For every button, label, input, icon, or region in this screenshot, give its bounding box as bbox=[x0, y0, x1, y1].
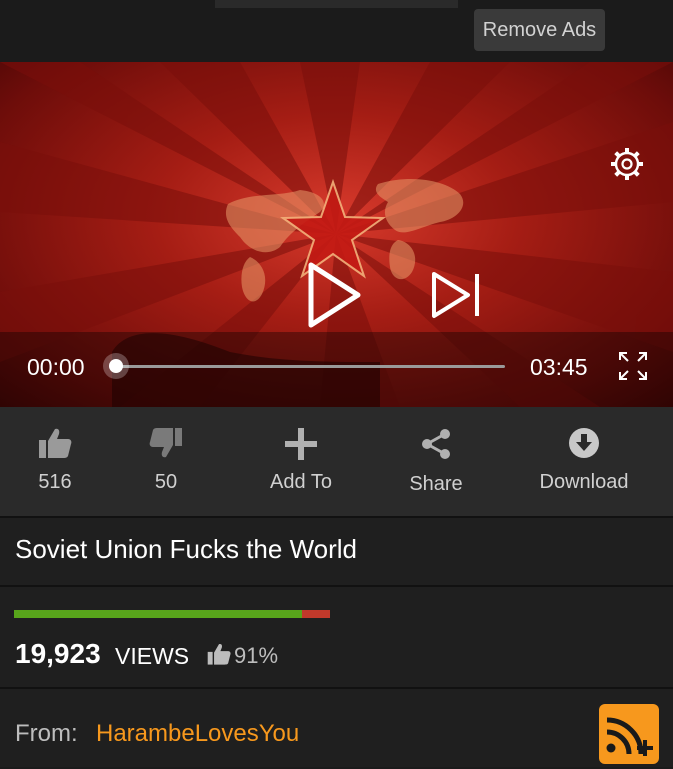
thumbs-up-icon bbox=[38, 427, 72, 464]
share-label: Share bbox=[409, 473, 463, 495]
add-to-label: Add To bbox=[270, 471, 332, 493]
share-button[interactable]: Share bbox=[388, 407, 484, 516]
rating-percent: 91% bbox=[234, 643, 279, 668]
total-time: 03:45 bbox=[530, 354, 588, 380]
download-icon bbox=[568, 427, 600, 464]
views-count: 19,923 bbox=[15, 638, 101, 669]
top-strip bbox=[215, 0, 458, 8]
thumbs-down-icon bbox=[149, 427, 183, 464]
title-section: Soviet Union Fucks the World bbox=[0, 518, 673, 585]
share-icon bbox=[419, 427, 453, 466]
skip-next-icon[interactable] bbox=[430, 271, 484, 319]
dislike-count: 50 bbox=[154, 471, 178, 493]
progress-track[interactable] bbox=[115, 365, 505, 368]
plus-icon bbox=[284, 427, 318, 466]
like-count: 516 bbox=[38, 471, 72, 493]
rss-plus-icon bbox=[606, 717, 653, 756]
views-label: VIEWS bbox=[115, 643, 190, 669]
subscribe-rss-button[interactable] bbox=[599, 704, 659, 764]
video-player[interactable]: 00:00 03:45 bbox=[0, 62, 673, 407]
action-bar: 516 50 Add To Share Download bbox=[0, 407, 673, 516]
add-to-button[interactable]: Add To bbox=[250, 407, 352, 516]
rating-bar-fill bbox=[14, 610, 302, 618]
fullscreen-icon[interactable] bbox=[617, 350, 649, 382]
top-bar: Remove Ads bbox=[0, 0, 673, 62]
rating-bar bbox=[14, 610, 330, 618]
current-time: 00:00 bbox=[27, 354, 85, 380]
settings-gear-icon[interactable] bbox=[608, 145, 646, 183]
remove-ads-button[interactable]: Remove Ads bbox=[474, 9, 605, 51]
stats-section: 19,923 VIEWS 91% bbox=[0, 587, 673, 687]
uploader-link[interactable]: HarambeLovesYou bbox=[96, 720, 299, 748]
progress-handle[interactable] bbox=[103, 353, 129, 379]
dislike-button[interactable]: 50 bbox=[120, 407, 212, 516]
from-label: From: bbox=[15, 720, 78, 747]
like-button[interactable]: 516 bbox=[10, 407, 100, 516]
download-label: Download bbox=[539, 471, 629, 493]
video-title: Soviet Union Fucks the World bbox=[15, 534, 357, 564]
uploader-section: From: HarambeLovesYou bbox=[0, 689, 673, 767]
thumbs-up-icon bbox=[207, 642, 231, 666]
play-icon[interactable] bbox=[303, 260, 363, 330]
download-button[interactable]: Download bbox=[528, 407, 640, 516]
